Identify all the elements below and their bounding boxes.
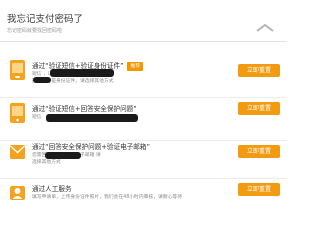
page-header: 我忘记支付密码了 忘记密码就要找回密码啦	[0, 0, 287, 40]
phone-shield-icon	[10, 103, 25, 123]
reset-now-button[interactable]: 立即重置	[238, 183, 280, 196]
redaction-mark	[33, 77, 51, 83]
option-sms-security-question: 通过“验证短信+回答安全保护问题” 短信 立即重置	[0, 98, 287, 141]
redaction-mark	[46, 114, 138, 122]
phone-card-icon	[10, 60, 25, 80]
chevron-up-icon[interactable]	[255, 23, 275, 33]
option-sms-id-card: 通过“验证短信+验证身份证件”推荐 短信 ，以确保是 操作；若是身份证件，请选择…	[0, 55, 287, 98]
recommend-badge: 推荐	[127, 62, 144, 71]
page-subtitle: 忘记密码就要找回密码啦	[7, 28, 63, 34]
option-title: 通过人工服务	[32, 185, 72, 193]
option-description: 填写申请单，上传身份证件照片，我们会在48小时内审核，请耐心等待	[32, 195, 183, 200]
customer-service-icon	[10, 186, 25, 200]
divider	[0, 41, 287, 42]
option-title: 通过“回答安全保护问题+验证电子邮箱”	[32, 143, 150, 151]
mail-icon	[10, 145, 25, 159]
reset-now-button[interactable]: 立即重置	[238, 64, 280, 77]
option-question-email: 通过“回答安全保护问题+验证电子邮箱” 您需回答问题，验证电子邮箱 请 选择其他…	[0, 136, 287, 179]
redaction-mark	[50, 69, 114, 77]
option-title: 通过“验证短信+回答安全保护问题”	[32, 105, 137, 113]
redaction-mark	[45, 152, 81, 159]
reset-now-button[interactable]: 立即重置	[238, 145, 280, 158]
reset-now-button[interactable]: 立即重置	[238, 102, 280, 115]
page-title: 我忘记支付密码了	[7, 14, 84, 25]
option-manual-service: 通过人工服务 填写申请单，上传身份证件照片，我们会在48小时内审核，请耐心等待 …	[0, 178, 287, 221]
